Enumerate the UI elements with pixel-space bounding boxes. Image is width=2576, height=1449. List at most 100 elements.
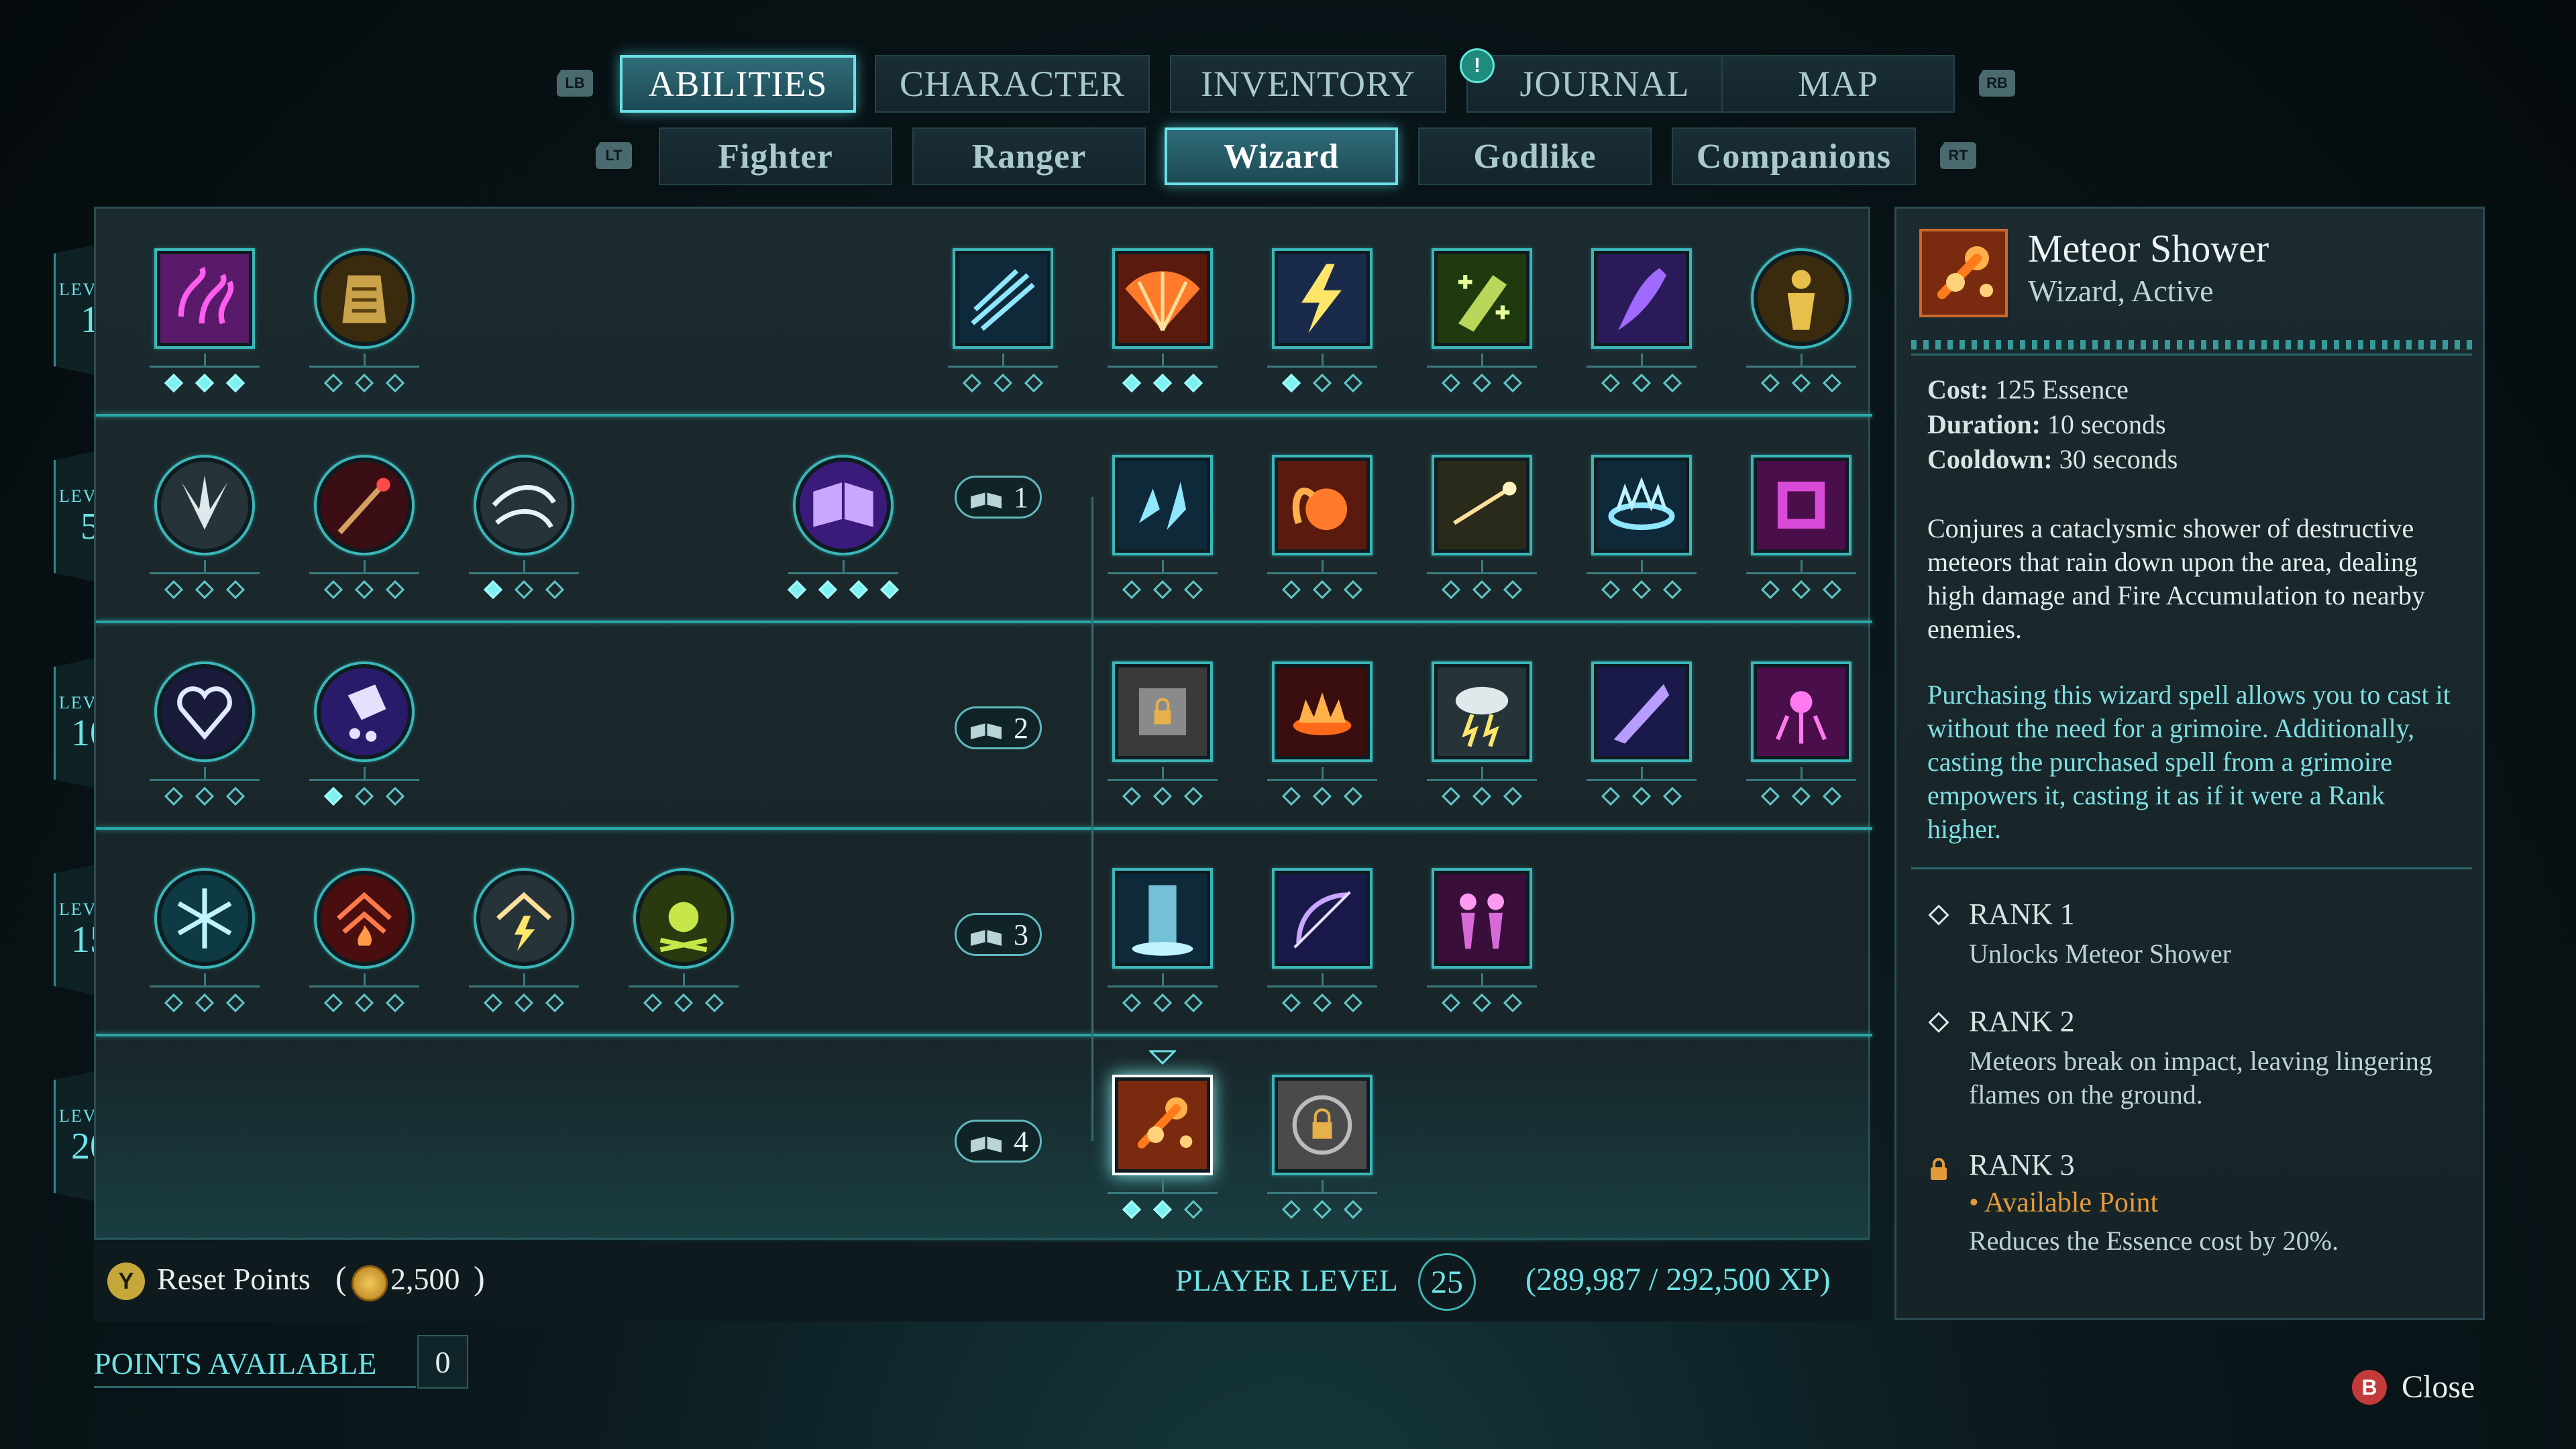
ability-frame[interactable] — [314, 661, 415, 762]
ability-slot[interactable] — [469, 450, 579, 600]
ability-frame[interactable] — [1591, 661, 1692, 762]
ability-stem — [364, 767, 366, 780]
tab-journal[interactable]: JOURNAL — [1466, 55, 1743, 113]
ability-frame[interactable] — [1751, 455, 1851, 555]
ability-frame[interactable] — [1272, 868, 1373, 969]
ability-frame[interactable] — [474, 455, 574, 555]
ability-slot[interactable] — [1587, 657, 1697, 806]
ability-frame[interactable] — [154, 455, 255, 555]
ability-slot[interactable] — [309, 244, 419, 393]
rank-pip-icon — [1791, 373, 1811, 393]
ability-icon-wrap — [150, 863, 260, 973]
y-button-icon[interactable]: Y — [107, 1263, 145, 1300]
rank-pip-icon — [787, 580, 807, 600]
b-button-icon[interactable]: B — [2352, 1370, 2387, 1405]
ability-frame[interactable] — [1432, 455, 1532, 555]
rank-pips — [309, 993, 419, 1013]
close-label[interactable]: Close — [2402, 1368, 2475, 1405]
ability-slot[interactable] — [1108, 657, 1218, 806]
ability-frame[interactable] — [154, 661, 255, 762]
ability-slot[interactable] — [150, 450, 260, 600]
ability-frame[interactable] — [1112, 1075, 1213, 1175]
ability-frame[interactable] — [1112, 455, 1213, 555]
ability-frame[interactable] — [1272, 1075, 1373, 1175]
lb-button-hint[interactable]: LB — [557, 70, 593, 97]
ability-frame[interactable] — [154, 248, 255, 349]
ability-slot[interactable] — [309, 450, 419, 600]
tab-wizard[interactable]: Wizard — [1165, 127, 1398, 185]
ability-frame[interactable] — [314, 248, 415, 349]
ability-slot[interactable] — [1427, 450, 1537, 600]
ability-slot[interactable] — [1427, 863, 1537, 1013]
ability-slot[interactable] — [469, 863, 579, 1013]
grimoire-tier-4: 4 — [955, 1120, 1042, 1163]
ability-slot[interactable] — [787, 450, 900, 600]
rank-pip-icon — [1122, 993, 1142, 1013]
rank-pip-icon — [1024, 373, 1044, 393]
ability-frame[interactable] — [1432, 248, 1532, 349]
ability-frame[interactable] — [1591, 455, 1692, 555]
ability-slot[interactable] — [1267, 244, 1377, 393]
rank-pip-icon — [195, 373, 215, 393]
rank-pip-icon — [1122, 373, 1142, 393]
ability-slot[interactable] — [1267, 1070, 1377, 1220]
ability-slot[interactable] — [150, 863, 260, 1013]
ability-frame[interactable] — [953, 248, 1053, 349]
tab-character[interactable]: CHARACTER — [875, 55, 1150, 113]
tab-godlike[interactable]: Godlike — [1418, 127, 1652, 185]
tab-ranger[interactable]: Ranger — [912, 127, 1146, 185]
rank-pip-icon — [1122, 786, 1142, 806]
ability-slot[interactable] — [629, 863, 739, 1013]
ability-slot[interactable] — [1427, 244, 1537, 393]
ability-frame[interactable] — [1591, 248, 1692, 349]
ability-slot[interactable] — [1108, 450, 1218, 600]
ability-frame[interactable] — [314, 868, 415, 969]
rank-pip-icon — [323, 993, 343, 1013]
ability-frame[interactable] — [793, 455, 894, 555]
ability-slot[interactable] — [309, 863, 419, 1013]
ability-slot[interactable] — [1427, 657, 1537, 806]
tab-fighter[interactable]: Fighter — [659, 127, 892, 185]
tab-companions[interactable]: Companions — [1672, 127, 1916, 185]
ability-slot[interactable] — [1746, 244, 1856, 393]
ability-frame[interactable] — [474, 868, 574, 969]
ability-slot[interactable] — [1267, 657, 1377, 806]
ability-slot[interactable] — [1746, 450, 1856, 600]
ability-frame[interactable] — [1112, 248, 1213, 349]
rank-2-diamond-icon — [1928, 1012, 1949, 1033]
ability-frame[interactable] — [1112, 661, 1213, 762]
ability-frame[interactable] — [1272, 661, 1373, 762]
ability-frame[interactable] — [633, 868, 734, 969]
ability-slot[interactable] — [1746, 657, 1856, 806]
reset-points-label[interactable]: Reset Points — [157, 1261, 311, 1297]
ability-frame[interactable] — [1272, 248, 1373, 349]
ability-frame[interactable] — [1432, 661, 1532, 762]
storm-cloud-icon — [1438, 667, 1526, 756]
ability-frame[interactable] — [314, 455, 415, 555]
tab-inventory[interactable]: INVENTORY — [1170, 55, 1446, 113]
rt-button-hint[interactable]: RT — [1940, 142, 1976, 169]
ability-slot[interactable] — [1267, 450, 1377, 600]
tab-abilities[interactable]: ABILITIES — [620, 55, 856, 113]
ability-slot[interactable] — [309, 657, 419, 806]
lt-button-hint[interactable]: LT — [596, 142, 632, 169]
ability-frame[interactable] — [1751, 248, 1851, 349]
ability-slot[interactable] — [1587, 450, 1697, 600]
ability-frame[interactable] — [1112, 868, 1213, 969]
ability-frame[interactable] — [1272, 455, 1373, 555]
tab-map[interactable]: MAP — [1721, 55, 1955, 113]
ability-frame[interactable] — [154, 868, 255, 969]
ability-slot[interactable] — [1108, 244, 1218, 393]
ability-slot[interactable] — [1267, 863, 1377, 1013]
ability-frame[interactable] — [1751, 661, 1851, 762]
ability-slot[interactable] — [1108, 1050, 1218, 1220]
ability-slot[interactable] — [150, 657, 260, 806]
rb-button-hint[interactable]: RB — [1979, 70, 2015, 97]
ability-frame[interactable] — [1432, 868, 1532, 969]
ability-slot[interactable] — [1587, 244, 1697, 393]
rank-pip-icon — [1441, 580, 1461, 600]
ability-slot[interactable] — [948, 244, 1058, 393]
ability-slot[interactable] — [150, 244, 260, 393]
golden-figure-icon — [1758, 255, 1845, 342]
ability-slot[interactable] — [1108, 863, 1218, 1013]
